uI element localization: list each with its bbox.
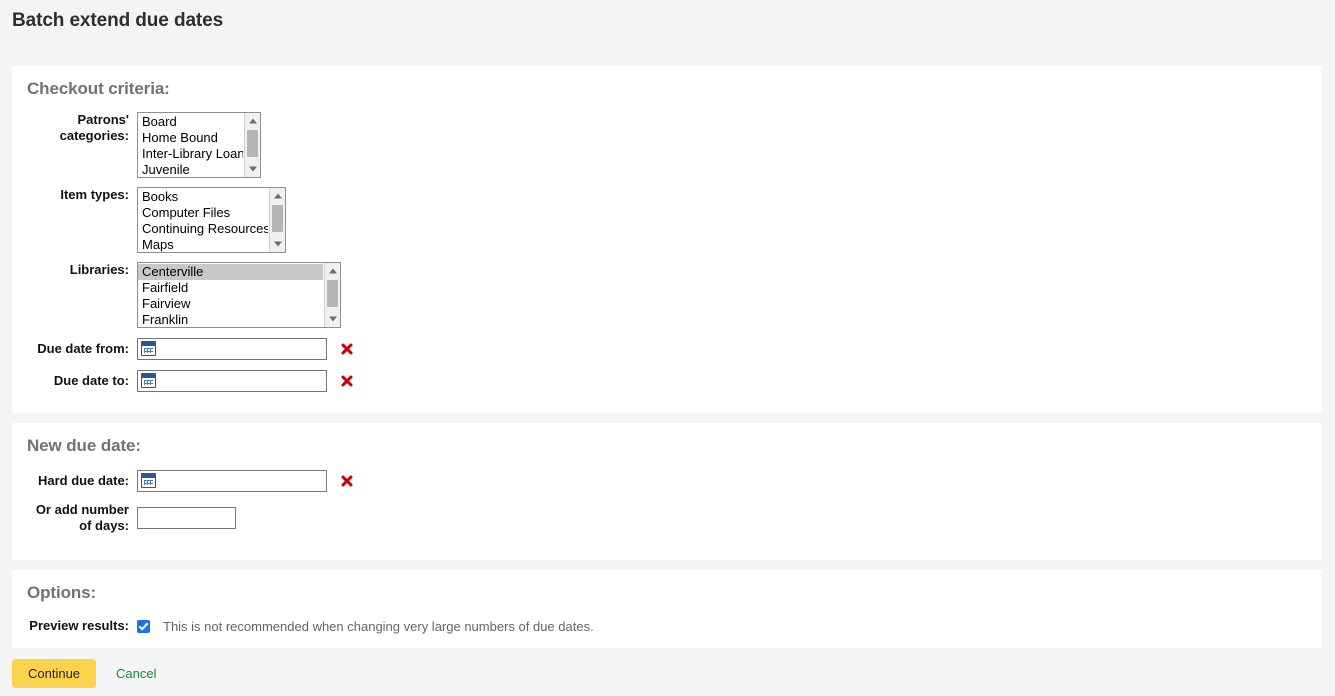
due-date-from-field-wrap	[137, 338, 327, 360]
list-item[interactable]: Juvenile	[138, 162, 243, 177]
options-fieldset: Options: Preview results: This is not re…	[12, 570, 1322, 648]
hard-due-date-row: Hard due date:	[12, 470, 1322, 492]
list-item[interactable]: Books	[138, 189, 268, 205]
libraries-scrollbar[interactable]	[324, 263, 340, 327]
patron-categories-scrollbar[interactable]	[244, 113, 260, 177]
list-item[interactable]: Continuing Resources	[138, 221, 268, 237]
checkout-criteria-legend: Checkout criteria:	[27, 79, 170, 98]
due-date-to-row: Due date to:	[12, 370, 1322, 392]
list-item[interactable]: Franklin	[138, 312, 323, 327]
clear-x-icon[interactable]	[340, 474, 354, 488]
due-date-to-label: Due date to:	[53, 373, 129, 388]
due-date-to-input[interactable]	[137, 370, 327, 392]
preview-results-hint: This is not recommended when changing ve…	[163, 618, 594, 634]
hard-due-date-input[interactable]	[137, 470, 327, 492]
list-item[interactable]: Board	[138, 114, 243, 130]
scroll-down-arrow-icon[interactable]	[245, 161, 260, 177]
clear-x-icon[interactable]	[340, 342, 354, 356]
continue-button[interactable]: Continue	[12, 659, 97, 688]
add-days-label-line1: Or add number	[35, 502, 129, 517]
scroll-up-arrow-icon[interactable]	[325, 263, 340, 279]
checkout-criteria-fieldset: Checkout criteria: Patrons' categories: …	[12, 66, 1322, 413]
action-bar: Continue Cancel	[12, 659, 1335, 688]
add-days-row: Or add number of days:	[12, 502, 1322, 534]
preview-results-label: Preview results:	[29, 618, 129, 633]
due-date-to-field-wrap	[137, 370, 327, 392]
scrollbar-thumb[interactable]	[327, 280, 338, 307]
libraries-row: Libraries: Centerville Fairfield Fairvie…	[12, 262, 1322, 328]
due-date-from-label: Due date from:	[37, 341, 129, 356]
add-days-input[interactable]	[137, 507, 236, 529]
item-types-row: Item types: Books Computer Files Continu…	[12, 187, 1322, 253]
cancel-link[interactable]: Cancel	[116, 666, 156, 681]
patron-categories-label: Patrons' categories:	[12, 112, 137, 144]
preview-results-row: Preview results: This is not recommended…	[12, 618, 1322, 634]
options-legend: Options:	[27, 583, 97, 602]
patron-categories-label-line1: Patrons'	[77, 112, 130, 127]
scroll-down-arrow-icon[interactable]	[270, 236, 285, 252]
patron-categories-row: Patrons' categories: Board Home Bound In…	[12, 112, 1322, 178]
scrollbar-thumb[interactable]	[247, 130, 258, 157]
new-due-date-legend: New due date:	[27, 436, 141, 455]
patron-categories-select[interactable]: Board Home Bound Inter-Library Loan Juve…	[137, 112, 261, 178]
list-item[interactable]: Home Bound	[138, 130, 243, 146]
scroll-down-arrow-icon[interactable]	[325, 311, 340, 327]
preview-results-checkbox[interactable]	[137, 619, 150, 633]
list-item[interactable]: Fairfield	[138, 280, 323, 296]
list-item-selected[interactable]: Centerville	[138, 264, 323, 280]
item-types-label: Item types:	[60, 187, 129, 202]
list-item[interactable]: Computer Files	[138, 205, 268, 221]
due-date-from-row: Due date from:	[12, 338, 1322, 360]
scroll-up-arrow-icon[interactable]	[270, 188, 285, 204]
libraries-select[interactable]: Centerville Fairfield Fairview Franklin	[137, 262, 341, 328]
add-days-label-line2: of days:	[79, 518, 129, 533]
hard-due-date-label: Hard due date:	[37, 473, 129, 488]
scroll-up-arrow-icon[interactable]	[245, 113, 260, 129]
due-date-from-input[interactable]	[137, 338, 327, 360]
add-days-label: Or add number of days:	[12, 502, 137, 534]
page-title: Batch extend due dates	[12, 10, 224, 31]
patron-categories-label-line2: categories:	[59, 128, 129, 143]
list-item[interactable]: Fairview	[138, 296, 323, 312]
hard-due-date-field-wrap	[137, 470, 327, 492]
item-types-select[interactable]: Books Computer Files Continuing Resource…	[137, 187, 286, 253]
list-item[interactable]: Inter-Library Loan	[138, 146, 243, 162]
libraries-label: Libraries:	[69, 262, 129, 277]
scrollbar-thumb[interactable]	[272, 205, 283, 232]
new-due-date-fieldset: New due date: Hard due date: Or add numb…	[12, 423, 1322, 560]
list-item[interactable]: Maps	[138, 237, 268, 252]
clear-x-icon[interactable]	[340, 374, 354, 388]
item-types-scrollbar[interactable]	[269, 188, 285, 252]
